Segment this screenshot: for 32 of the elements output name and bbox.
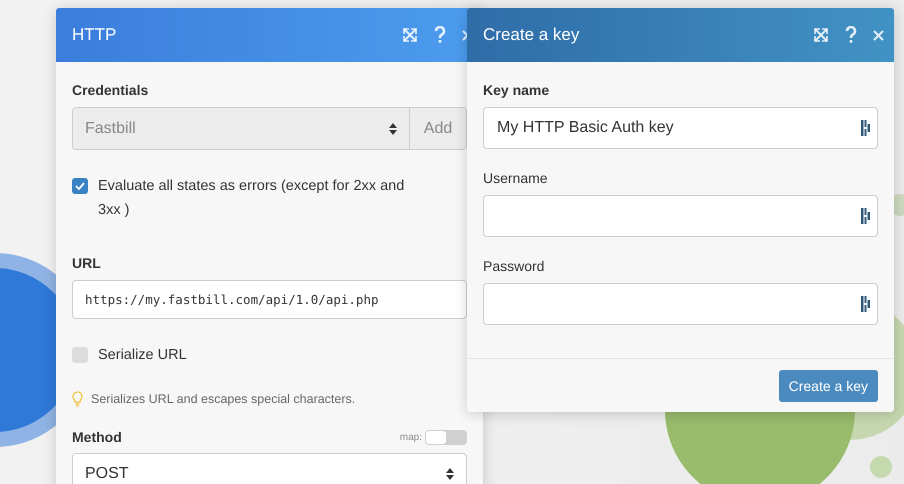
expand-icon[interactable] bbox=[402, 27, 418, 43]
mapping-icon[interactable] bbox=[861, 296, 870, 312]
lightbulb-icon bbox=[72, 391, 83, 407]
method-select[interactable]: POST bbox=[72, 453, 467, 484]
map-label: map: bbox=[400, 432, 422, 442]
text-input[interactable]: My HTTP Basic Auth key bbox=[483, 107, 878, 149]
mapping-icon[interactable] bbox=[861, 120, 870, 136]
field-label: Credentials bbox=[72, 82, 150, 98]
help-icon[interactable] bbox=[845, 26, 857, 44]
help-icon[interactable] bbox=[434, 26, 446, 44]
field-label: Method bbox=[72, 429, 122, 445]
updown-arrows-icon bbox=[446, 468, 454, 480]
field-label: Key name bbox=[483, 82, 550, 98]
close-icon[interactable] bbox=[873, 30, 884, 40]
create-key-button[interactable]: Create a key bbox=[778, 370, 878, 402]
map-toggle[interactable] bbox=[425, 430, 467, 444]
hint-text: Serializes URL and escapes special characters. bbox=[91, 392, 356, 406]
mapping-icon[interactable] bbox=[861, 208, 870, 224]
checkbox-label: Serialize URL bbox=[98, 346, 187, 365]
url-input[interactable]: https://my.fastbill.com/api/1.0/api.php bbox=[72, 280, 467, 319]
panel-title: HTTP bbox=[72, 25, 118, 45]
field-label: Username bbox=[483, 170, 549, 186]
checkbox[interactable] bbox=[72, 178, 88, 194]
field-label: Password bbox=[483, 258, 546, 274]
field-label: URL bbox=[72, 255, 102, 271]
dialog-title: Create a key bbox=[483, 25, 580, 45]
checkbox-label: Evaluate all states as errors (except for 2xx and 3xx ) bbox=[98, 177, 406, 220]
expand-icon[interactable] bbox=[813, 27, 829, 43]
checkbox[interactable] bbox=[72, 347, 88, 363]
checkmark-icon bbox=[75, 182, 85, 190]
text-input[interactable] bbox=[483, 195, 878, 237]
text-input[interactable] bbox=[483, 283, 878, 325]
